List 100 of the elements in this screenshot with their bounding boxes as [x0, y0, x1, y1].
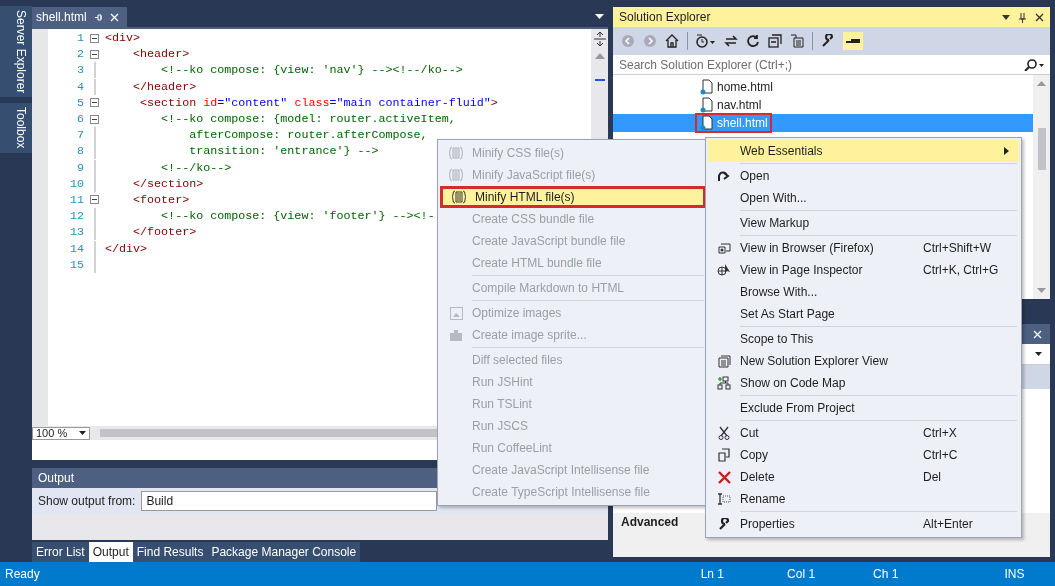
panel-tab[interactable]: Find Results — [132, 542, 208, 562]
menu-item[interactable]: Scope to This — [708, 328, 1019, 350]
category-label: Advanced — [621, 515, 679, 529]
home-icon[interactable] — [665, 34, 679, 48]
collapse-icon[interactable] — [90, 33, 99, 43]
scroll-thumb[interactable] — [1037, 128, 1046, 170]
line-indicator: Ln 1 — [700, 567, 725, 581]
scroll-thumb[interactable] — [594, 79, 605, 81]
html-file-icon — [699, 97, 713, 113]
menu-item[interactable]: Show on Code Map — [708, 372, 1019, 394]
window-list-icon — [717, 354, 731, 368]
menu-item[interactable]: New Solution Explorer View — [708, 350, 1019, 372]
code-line: </div> — [105, 241, 148, 256]
dropdown-icon[interactable] — [595, 14, 604, 20]
menu-item[interactable]: Browse With... — [708, 281, 1019, 303]
line-number: 3 — [76, 63, 84, 78]
split-icon[interactable] — [592, 31, 607, 47]
menu-item[interactable]: Web Essentials — [708, 140, 1019, 162]
menu-item[interactable]: Open With... — [708, 187, 1019, 209]
redo-arrow-icon — [717, 170, 731, 182]
menu-item[interactable]: View in Page Inspector Ctrl+K, Ctrl+G — [708, 259, 1019, 281]
line-number: 4 — [76, 79, 84, 94]
menu-item[interactable]: Copy Ctrl+C — [708, 444, 1019, 466]
pin-icon[interactable] — [93, 12, 103, 22]
dropdown-icon[interactable] — [1035, 352, 1042, 356]
browser-window-icon — [717, 242, 731, 254]
show-all-files-icon[interactable] — [790, 34, 804, 48]
document-tab[interactable]: shell.html — [32, 7, 127, 27]
preview-icon — [846, 36, 860, 46]
code-line: <!--ko compose: {view: 'footer'} --><!- — [160, 209, 435, 224]
menu-item[interactable]: Set As Start Page — [708, 303, 1019, 325]
panel-tab[interactable]: Package Manager Console — [207, 542, 361, 562]
code-line: </footer> — [132, 225, 197, 240]
zoom-dropdown[interactable]: 100 % — [32, 426, 90, 440]
menu-item[interactable]: Minify HTML file(s) — [440, 186, 706, 208]
history-icon[interactable] — [696, 34, 716, 48]
refresh-icon[interactable] — [746, 34, 760, 48]
tree-item[interactable]: home.html — [613, 78, 1033, 96]
line-number: 7 — [76, 128, 84, 143]
column-indicator: Col 1 — [787, 567, 816, 581]
collapse-icon[interactable] — [90, 195, 99, 205]
code-line: afterCompose: router.afterCompose, — [188, 128, 428, 143]
output-source-dropdown[interactable]: Build — [141, 491, 438, 511]
menu-item[interactable]: Delete Del — [708, 466, 1019, 488]
menu-item[interactable]: Exclude From Project — [708, 397, 1019, 419]
field-label: Show output from: — [38, 494, 136, 508]
line-number: 2 — [76, 47, 84, 62]
collapse-all-icon[interactable] — [768, 34, 782, 48]
menu-item[interactable]: Open — [708, 165, 1019, 187]
globe-cursor-icon — [717, 263, 731, 277]
line-number: 8 — [76, 144, 84, 159]
copy-icon — [718, 448, 730, 462]
line-number: 6 — [76, 112, 84, 127]
code-line: </section> — [132, 176, 204, 191]
menu-item[interactable]: View Markup — [708, 212, 1019, 234]
document-braces-icon — [449, 168, 463, 182]
panel-tab[interactable]: Output — [88, 542, 133, 562]
menu-item[interactable]: Cut Ctrl+X — [708, 422, 1019, 444]
line-number: 5 — [76, 95, 84, 110]
side-tab[interactable]: Server Explorer — [0, 6, 32, 98]
menu-item[interactable]: View in Browser (Firefox) Ctrl+Shift+W — [708, 237, 1019, 259]
document-braces-icon — [452, 190, 466, 204]
collapse-icon[interactable] — [90, 114, 99, 124]
char-indicator: Ch 1 — [873, 567, 899, 581]
delete-icon — [717, 470, 731, 484]
status-text: Ready — [5, 567, 40, 581]
menu-item[interactable]: Properties Alt+Enter — [708, 513, 1019, 535]
collapse-icon[interactable] — [90, 98, 99, 108]
line-number: 9 — [76, 160, 84, 175]
search-field[interactable]: Search Solution Explorer (Ctrl+;) — [613, 55, 1050, 75]
collapse-icon[interactable] — [90, 49, 99, 59]
code-line: <!--ko compose: {view: 'nav'} --><!--/ko--> — [160, 63, 463, 78]
tree-item[interactable]: nav.html — [613, 96, 1033, 114]
sync-icon[interactable] — [724, 34, 738, 48]
wrench-icon — [717, 517, 731, 531]
line-number: 14 — [68, 241, 84, 256]
html-file-icon — [699, 115, 713, 131]
line-number: 1 — [76, 31, 84, 46]
image-icon — [449, 306, 463, 320]
line-number: 13 — [68, 225, 84, 240]
menu-item[interactable]: Rename — [708, 488, 1019, 510]
line-number: 15 — [68, 257, 84, 272]
scissors-icon — [718, 426, 730, 440]
pin-icon[interactable] — [1018, 11, 1027, 23]
close-icon[interactable] — [1035, 12, 1044, 22]
line-number: 10 — [68, 176, 84, 191]
code-line: <!--/ko--> — [160, 160, 232, 175]
line-number: 11 — [68, 192, 84, 207]
search-icon[interactable] — [1024, 58, 1044, 71]
side-tab[interactable]: Toolbox — [0, 103, 32, 153]
code-line: </header> — [132, 79, 197, 94]
code-line: <footer> — [132, 192, 190, 207]
code-line: <section id="content" class="main container-fluid"> — [139, 95, 498, 110]
wrench-icon[interactable] — [821, 34, 835, 48]
dropdown-icon[interactable] — [1002, 14, 1010, 20]
dropdown-icon[interactable] — [79, 431, 86, 435]
preview-toggle[interactable] — [843, 32, 863, 50]
panel-tab[interactable]: Error List — [32, 542, 89, 562]
tab-title: shell.html — [36, 10, 87, 24]
rename-icon — [717, 493, 731, 505]
